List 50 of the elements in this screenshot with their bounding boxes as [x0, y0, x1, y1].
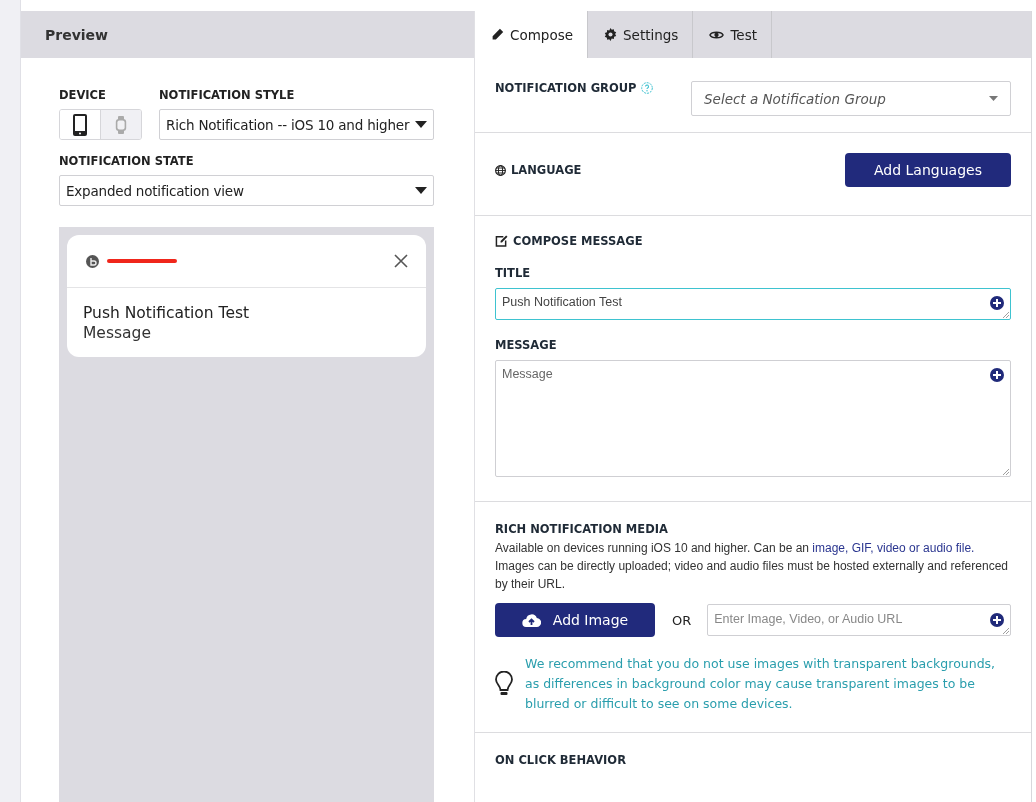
section-label: COMPOSE MESSAGE: [513, 234, 643, 248]
close-icon: [394, 254, 408, 268]
gear-icon: [604, 28, 617, 41]
field-label: DEVICE: [59, 88, 107, 102]
or-label: OR: [672, 612, 692, 628]
resize-grip-icon: [1002, 627, 1009, 634]
style-select[interactable]: Rich Notification -- iOS 10 and higher: [159, 109, 434, 140]
globe-icon: [495, 164, 506, 176]
notification-title: Push Notification Test: [83, 304, 251, 322]
message-field[interactable]: Message: [495, 360, 1011, 477]
watch-icon: [115, 115, 127, 134]
device-toggle[interactable]: [101, 110, 141, 139]
add-icon: [990, 296, 1004, 310]
app-icon: [86, 254, 99, 268]
edit-icon: [495, 235, 508, 247]
section-label: RICH NOTIFICATION MEDIA: [495, 522, 669, 536]
add-image-button[interactable]: Add Image: [495, 603, 655, 637]
pencil-icon: [491, 28, 504, 41]
field-label: NOTIFICATION STATE: [59, 154, 195, 168]
cloud-upload-icon: [521, 613, 541, 627]
section-label: LANGUAGE: [511, 163, 582, 177]
caret-icon: [989, 96, 998, 101]
tip-text: We recommend that you do not use images with transparent backgrounds, as differences in background color may cause transparent images to be blurred or difficult to see on some devices.: [525, 655, 997, 713]
caret-icon: [415, 187, 427, 194]
redaction-mark: [107, 258, 177, 264]
title-field[interactable]: Push Notification Test: [495, 288, 1011, 320]
media-description: Available on devices running iOS 10 and higher. Can be an image, GIF, video or audio file. Images can be directly uploaded; video and audio files must be hosted externally and referenced by their URL.: [495, 540, 1009, 593]
resize-grip-icon: [1002, 468, 1009, 475]
add-icon: [990, 613, 1004, 627]
eye-icon: [709, 28, 725, 41]
lightbulb-icon: [495, 671, 513, 697]
phone-icon: [73, 113, 87, 136]
group-select[interactable]: Select a Notification Group: [691, 81, 1011, 116]
section-label: ON CLICK BEHAVIOR: [495, 753, 627, 767]
resize-grip-icon: [1002, 311, 1009, 318]
field-label: TITLE: [495, 266, 532, 280]
field-label: MESSAGE: [495, 338, 558, 352]
device-toggle[interactable]: [60, 110, 101, 139]
panel-title: Preview: [45, 26, 108, 43]
section-label: NOTIFICATION GROUP: [495, 81, 637, 95]
state-select[interactable]: Expanded notification view: [59, 175, 434, 206]
media-types-link[interactable]: image, GIF, video or audio file.: [812, 541, 975, 555]
url-field[interactable]: Enter Image, Video, or Audio URL: [707, 604, 1011, 636]
add-languages-button[interactable]: Add Languages: [845, 153, 1011, 187]
tab[interactable]: Compose: [475, 11, 588, 58]
add-icon: [990, 368, 1004, 382]
help-icon: [641, 82, 654, 94]
caret-icon: [415, 121, 427, 128]
field-label: NOTIFICATION STYLE: [159, 88, 296, 102]
notification-message: Message: [83, 324, 152, 342]
